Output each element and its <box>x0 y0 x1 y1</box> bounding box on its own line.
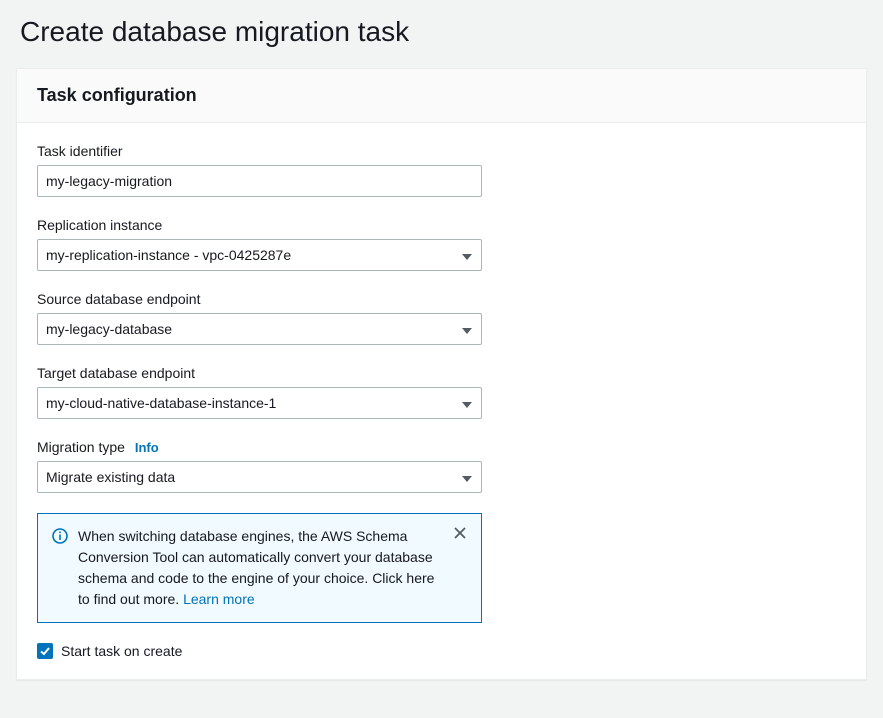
migration-type-value: Migrate existing data <box>46 469 175 485</box>
replication-instance-label: Replication instance <box>37 217 846 233</box>
replication-instance-select[interactable]: my-replication-instance - vpc-0425287e <box>37 239 482 271</box>
migration-type-select[interactable]: Migrate existing data <box>37 461 482 493</box>
source-endpoint-value: my-legacy-database <box>46 321 172 337</box>
migration-type-info-link[interactable]: Info <box>135 440 159 455</box>
task-identifier-input[interactable] <box>37 165 482 197</box>
panel-header: Task configuration <box>17 69 866 123</box>
task-identifier-label: Task identifier <box>37 143 846 159</box>
close-icon[interactable] <box>453 526 467 610</box>
section-title: Task configuration <box>37 85 846 106</box>
info-box-text: When switching database engines, the AWS… <box>78 526 437 610</box>
target-endpoint-label: Target database endpoint <box>37 365 846 381</box>
target-endpoint-value: my-cloud-native-database-instance-1 <box>46 395 276 411</box>
start-task-checkbox[interactable] <box>37 643 53 659</box>
target-endpoint-select[interactable]: my-cloud-native-database-instance-1 <box>37 387 482 419</box>
page-title: Create database migration task <box>16 16 867 48</box>
replication-instance-value: my-replication-instance - vpc-0425287e <box>46 247 291 263</box>
source-endpoint-select[interactable]: my-legacy-database <box>37 313 482 345</box>
start-task-label: Start task on create <box>61 643 182 659</box>
learn-more-link[interactable]: Learn more <box>183 591 255 607</box>
schema-conversion-info-box: When switching database engines, the AWS… <box>37 513 482 623</box>
migration-type-label: Migration type Info <box>37 439 846 455</box>
task-configuration-panel: Task configuration Task identifier Repli… <box>16 68 867 680</box>
info-icon <box>52 528 68 610</box>
source-endpoint-label: Source database endpoint <box>37 291 846 307</box>
